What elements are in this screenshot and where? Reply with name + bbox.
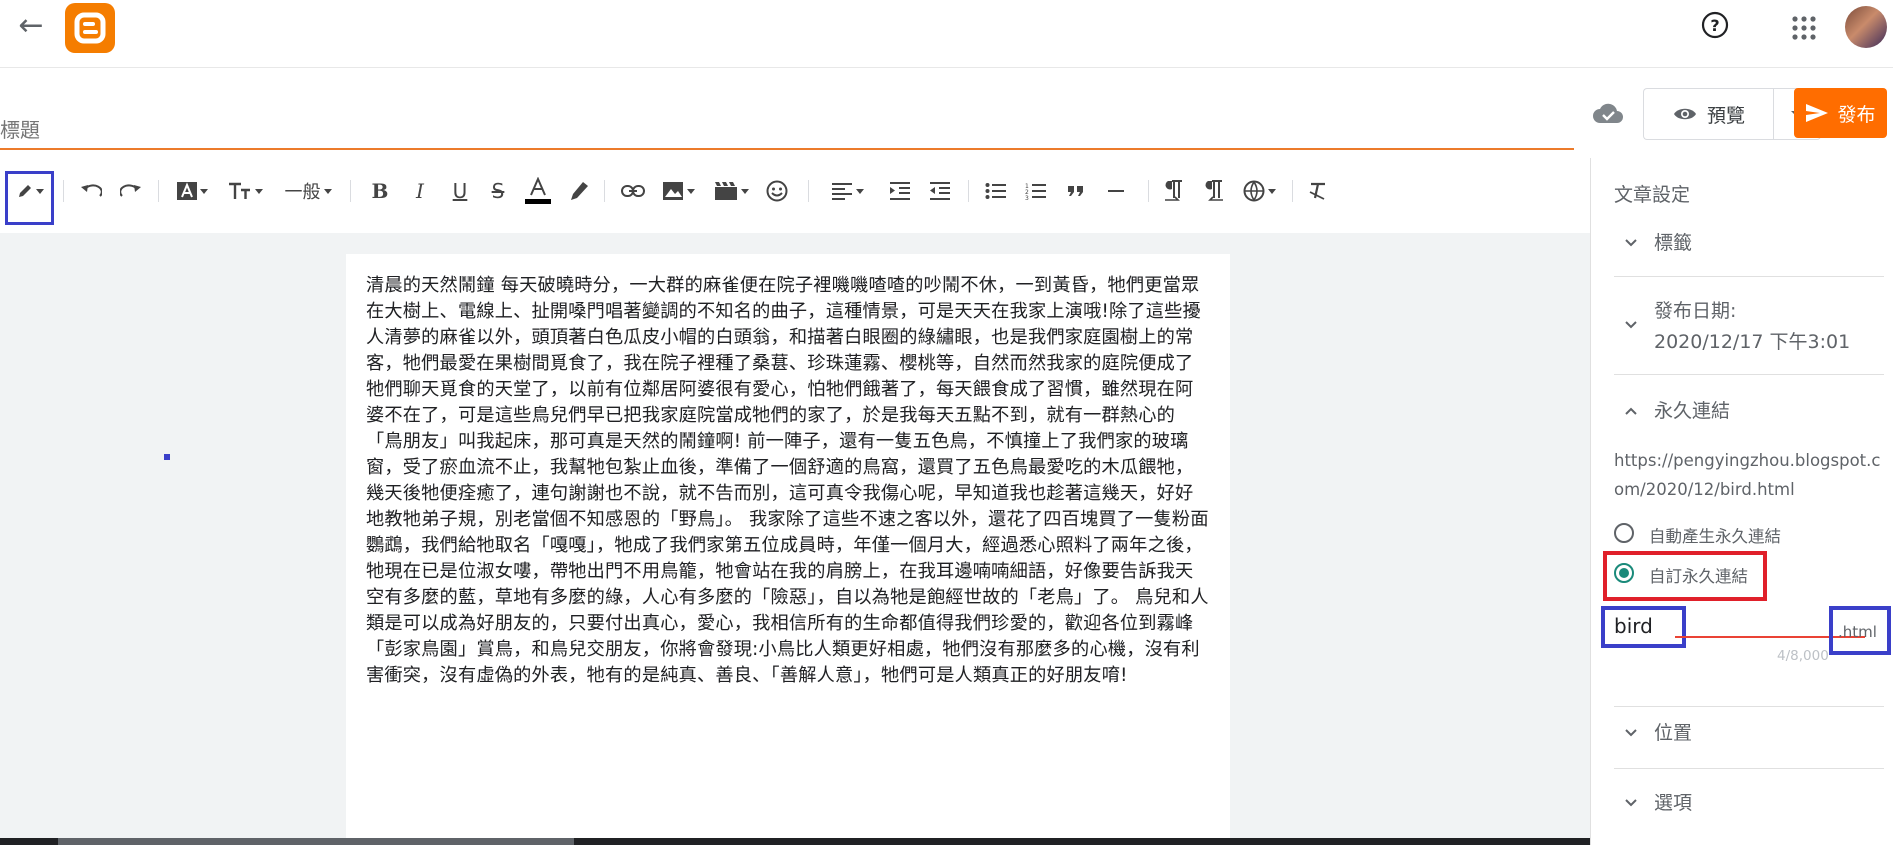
permalink-section-label: 永久連結 <box>1654 400 1731 422</box>
options-section-label: 選項 <box>1654 792 1693 814</box>
bold-icon[interactable]: B <box>366 176 394 206</box>
toolbar-divider <box>808 180 809 202</box>
redo-icon[interactable] <box>116 176 146 206</box>
text-color-icon[interactable] <box>524 176 552 206</box>
section-divider <box>1614 374 1884 375</box>
blogger-logo-icon[interactable] <box>65 3 115 53</box>
link-icon[interactable] <box>618 176 648 206</box>
send-icon <box>1806 104 1829 122</box>
font-size-icon[interactable] <box>224 176 266 206</box>
help-circle-icon[interactable]: ? <box>1700 10 1730 40</box>
quote-icon[interactable] <box>1062 176 1090 206</box>
language-icon[interactable] <box>1238 176 1280 206</box>
underline-icon[interactable]: U <box>446 176 474 206</box>
publish-button[interactable]: 發布 <box>1794 88 1887 138</box>
align-icon[interactable] <box>826 176 868 206</box>
post-body-text[interactable]: 清晨的天然鬧鐘 每天破曉時分，一大群的麻雀便在院子裡嘰嘰喳喳的吵鬧不休，一到黃昏… <box>366 273 1211 689</box>
toolbar-divider <box>1148 180 1149 202</box>
preview-button[interactable]: 預覽 <box>1643 88 1774 140</box>
toolbar-divider <box>350 180 351 202</box>
chevron-down-icon <box>1625 321 1637 329</box>
location-section-label: 位置 <box>1654 722 1693 744</box>
section-divider <box>1614 706 1884 707</box>
emoji-icon[interactable] <box>762 176 792 206</box>
character-counter: 4/8,000 <box>1777 648 1829 664</box>
html-suffix: .html <box>1838 623 1877 641</box>
apps-grid-icon[interactable] <box>1790 14 1818 42</box>
back-arrow-icon[interactable]: ← <box>16 11 46 42</box>
image-icon[interactable] <box>658 176 698 206</box>
top-app-bar <box>0 0 1893 68</box>
auto-permalink-radio[interactable] <box>1614 523 1634 543</box>
publish-date-section[interactable]: 發布日期: 2020/12/17 下午3:01 <box>1614 296 1884 356</box>
rtl-icon[interactable] <box>1200 176 1228 206</box>
video-icon[interactable] <box>710 176 752 206</box>
chevron-up-icon <box>1625 407 1637 415</box>
custom-permalink-input[interactable] <box>1614 611 1674 641</box>
preview-label: 預覽 <box>1706 104 1745 127</box>
clear-format-icon[interactable] <box>1304 176 1332 206</box>
bottom-scrollbar-thumb[interactable] <box>58 838 574 845</box>
font-icon[interactable] <box>172 176 212 206</box>
toolbar-divider <box>1292 180 1293 202</box>
options-section[interactable]: 選項 <box>1614 788 1884 818</box>
indent-icon[interactable] <box>886 176 914 206</box>
pencil-icon[interactable] <box>10 176 50 206</box>
location-section[interactable]: 位置 <box>1614 718 1884 748</box>
svg-text:3: 3 <box>1025 195 1029 200</box>
undo-icon[interactable] <box>76 176 106 206</box>
section-divider <box>1614 768 1884 769</box>
post-title-input[interactable] <box>0 112 1574 150</box>
italic-icon[interactable]: I <box>406 176 434 206</box>
toolbar-divider <box>158 180 159 202</box>
cursor-marker <box>164 454 170 460</box>
outdent-icon[interactable] <box>926 176 954 206</box>
ltr-icon[interactable] <box>1160 176 1188 206</box>
numbered-list-icon[interactable]: 123 <box>1022 176 1050 206</box>
paragraph-style-label: 一般 <box>284 182 321 203</box>
permalink-url: https://pengyingzhou.blogspot.com/2020/1… <box>1614 451 1881 499</box>
toolbar-divider <box>968 180 969 202</box>
svg-text:?: ? <box>1710 16 1719 35</box>
toolbar-divider <box>63 180 64 202</box>
chevron-down-icon <box>1625 729 1637 737</box>
custom-permalink-radio[interactable] <box>1614 563 1634 583</box>
section-divider <box>1614 276 1884 277</box>
custom-permalink-label[interactable]: 自訂永久連結 <box>1649 563 1748 587</box>
permalink-section[interactable]: 永久連結 <box>1614 396 1884 426</box>
labels-section[interactable]: 標籤 <box>1614 228 1884 258</box>
toolbar-divider <box>604 180 605 202</box>
publish-label: 發布 <box>1837 103 1876 126</box>
horizontal-rule-icon[interactable] <box>1102 176 1130 206</box>
paragraph-style-dropdown[interactable]: 一般 <box>278 176 338 206</box>
settings-panel-title: 文章設定 <box>1614 184 1691 206</box>
publish-date-value: 2020/12/17 下午3:01 <box>1654 331 1851 353</box>
user-avatar[interactable] <box>1845 6 1887 48</box>
strikethrough-icon[interactable]: S <box>484 176 512 206</box>
labels-section-label: 標籤 <box>1654 232 1693 254</box>
chevron-down-icon <box>1625 239 1637 247</box>
bulleted-list-icon[interactable] <box>982 176 1010 206</box>
eye-icon <box>1673 108 1696 120</box>
auto-permalink-label[interactable]: 自動產生永久連結 <box>1649 523 1781 547</box>
cloud-saved-icon <box>1591 99 1625 127</box>
publish-date-label: 發布日期: <box>1654 300 1737 322</box>
highlight-icon[interactable] <box>564 176 592 206</box>
chevron-down-icon <box>1625 799 1637 807</box>
